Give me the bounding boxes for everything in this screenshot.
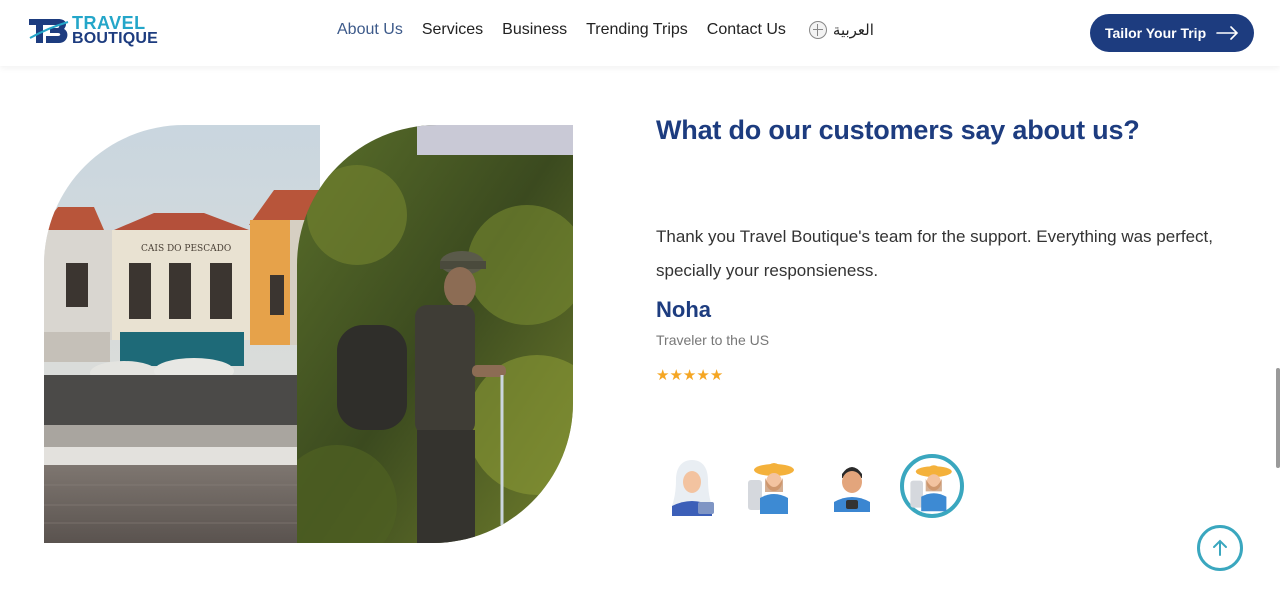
logo-wordmark: TRAVEL BOUTIQUE [72, 13, 159, 47]
male-traveler-avatar[interactable] [820, 454, 884, 518]
testimonials-title: What do our customers say about us? [656, 115, 1140, 145]
star-icon: ★ [709, 367, 724, 384]
nav-trending-trips[interactable]: Trending Trips [586, 21, 688, 39]
testimonial-avatars [660, 454, 980, 518]
star-icon: ★ [669, 367, 683, 384]
star-icon: ★ [682, 367, 697, 384]
language-label: العربية [832, 21, 874, 39]
svg-text:CAIS DO PESCADO: CAIS DO PESCADO [141, 244, 231, 254]
cafe-building-photo: CAIS DO PESCADO [44, 125, 320, 543]
star-icon: ★ [696, 367, 710, 384]
site-header: TRAVEL BOUTIQUE About Us Services Busine… [0, 0, 1280, 66]
globe-icon [808, 21, 827, 39]
arrow-up-icon [1213, 539, 1227, 556]
sunhat-traveler-avatar-2[interactable] [900, 454, 964, 518]
language-switcher[interactable]: العربية [808, 21, 874, 39]
nav-business[interactable]: Business [502, 21, 567, 39]
tailor-your-trip-button[interactable]: Tailor Your Trip [1090, 14, 1254, 52]
cta-label: Tailor Your Trip [1105, 25, 1207, 41]
nav-contact-us[interactable]: Contact Us [707, 21, 786, 39]
arrow-right-icon [1216, 26, 1239, 40]
sunhat-traveler-avatar[interactable] [740, 454, 804, 518]
hiker-photo [297, 125, 573, 543]
star-icon: ★ [656, 367, 670, 384]
nav-services[interactable]: Services [422, 21, 483, 39]
testimonial-author: Noha [656, 297, 711, 322]
logo-line-2: BOUTIQUE [72, 30, 159, 47]
logo-mark-icon [29, 19, 69, 43]
testimonial-quote: Thank you Travel Boutique's team for the… [656, 227, 1213, 280]
hijab-traveler-avatar[interactable] [660, 454, 724, 518]
brand-logo[interactable]: TRAVEL BOUTIQUE [28, 13, 159, 47]
logo-line-1: TRAVEL [72, 13, 146, 33]
main-nav: About Us Services Business Trending Trip… [337, 21, 874, 39]
page-scrollbar[interactable] [1276, 368, 1280, 468]
scroll-to-top-button[interactable] [1197, 525, 1243, 571]
testimonial-role: Traveler to the US [656, 332, 770, 348]
nav-about-us[interactable]: About Us [337, 21, 403, 39]
rating-stars: ★ ★ ★ ★ ★ [656, 368, 723, 384]
